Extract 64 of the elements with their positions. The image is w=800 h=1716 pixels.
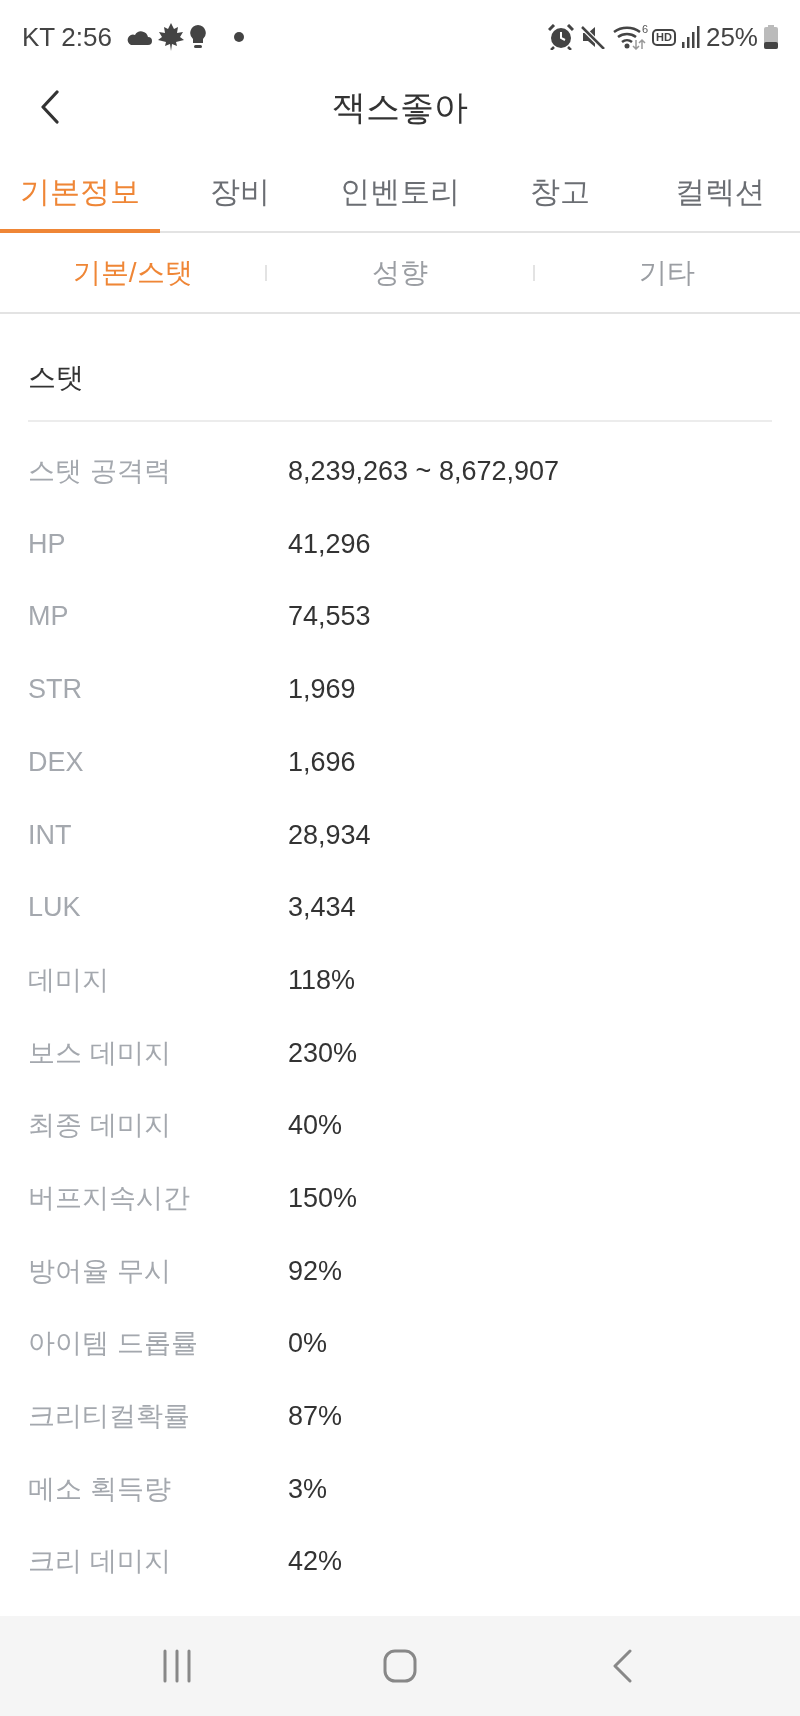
category-tab[interactable]: 장비 [160, 140, 320, 233]
home-icon [383, 1649, 417, 1683]
sub-tab[interactable]: 성향 [267, 252, 533, 293]
stat-value: 1,696 [288, 745, 356, 779]
clock-time: 2:56 [61, 20, 112, 54]
stat-label: MP [28, 600, 70, 634]
stat-value: 87% [288, 1400, 343, 1434]
stat-label: 최종 데미지 [28, 1109, 172, 1143]
stat-value: 118% [288, 963, 356, 997]
category-tab[interactable]: 인벤토리 [320, 140, 480, 233]
stat-label: STR [28, 673, 83, 707]
stat-value: 40% [288, 1109, 343, 1143]
stat-value: 1,969 [288, 673, 356, 707]
stat-label: HP [28, 527, 67, 561]
stat-label: LUK [28, 891, 82, 925]
back-button[interactable] [40, 90, 60, 124]
stat-label: 크리티컬확률 [28, 1400, 191, 1434]
stat-label: 크리 데미지 [28, 1545, 172, 1579]
hd-call-indicator: HD [652, 28, 676, 46]
sub-tab[interactable]: 기본/스탯 [0, 252, 266, 293]
battery-percent: 25% [705, 20, 758, 54]
stat-value: 0% [288, 1327, 328, 1361]
stat-label: 메소 획득량 [28, 1472, 172, 1506]
sub-tab[interactable]: 기타 [534, 252, 800, 293]
carrier-label: KT [22, 20, 56, 54]
recent-apps-icon [161, 1649, 192, 1683]
wifi-icon [612, 24, 647, 50]
category-tab[interactable]: 기본정보 [0, 140, 160, 233]
stat-value: 150% [288, 1181, 358, 1215]
stat-label: 보스 데미지 [28, 1036, 172, 1070]
back-nav-button[interactable] [613, 1649, 634, 1683]
category-tab[interactable]: 창고 [480, 140, 640, 233]
muted-speaker-icon [580, 25, 607, 49]
signal-bars-icon [681, 26, 700, 48]
stat-value: 3% [288, 1472, 328, 1506]
stat-value: 230% [288, 1036, 358, 1070]
section-title: 스탯 [28, 314, 772, 422]
cloud-icon [125, 29, 152, 45]
stat-label: 아이템 드롭률 [28, 1327, 199, 1361]
stat-value: 41,296 [288, 527, 371, 561]
stat-label: 데미지 [28, 963, 110, 997]
stat-value: 92% [288, 1254, 343, 1288]
stat-label: INT [28, 818, 73, 852]
back-nav-icon [613, 1649, 634, 1683]
stat-value: 28,934 [288, 818, 371, 852]
stat-label: 방어율 무시 [28, 1254, 172, 1288]
stat-value: 8,239,263 ~ 8,672,907 [288, 455, 559, 489]
recent-apps-button[interactable] [161, 1649, 192, 1683]
stat-value: 74,553 [288, 600, 371, 634]
alarm-clock-icon [548, 24, 575, 50]
stat-label: DEX [28, 745, 85, 779]
battery-icon [764, 25, 778, 49]
maple-leaf-icon [157, 23, 184, 51]
stat-label: 스탯 공격력 [28, 455, 172, 489]
wifi-standard-label: 6 [641, 24, 649, 35]
page-title: 잭스좋아 [332, 90, 468, 124]
stat-label: 버프지속시간 [28, 1181, 191, 1215]
lightbulb-icon [189, 25, 206, 49]
category-tab[interactable]: 컬렉션 [640, 140, 800, 233]
stat-value: 3,434 [288, 891, 356, 925]
notification-dot-icon [233, 32, 244, 42]
back-chevron-icon [40, 90, 60, 124]
stat-value: 42% [288, 1545, 343, 1579]
home-button[interactable] [383, 1649, 417, 1683]
